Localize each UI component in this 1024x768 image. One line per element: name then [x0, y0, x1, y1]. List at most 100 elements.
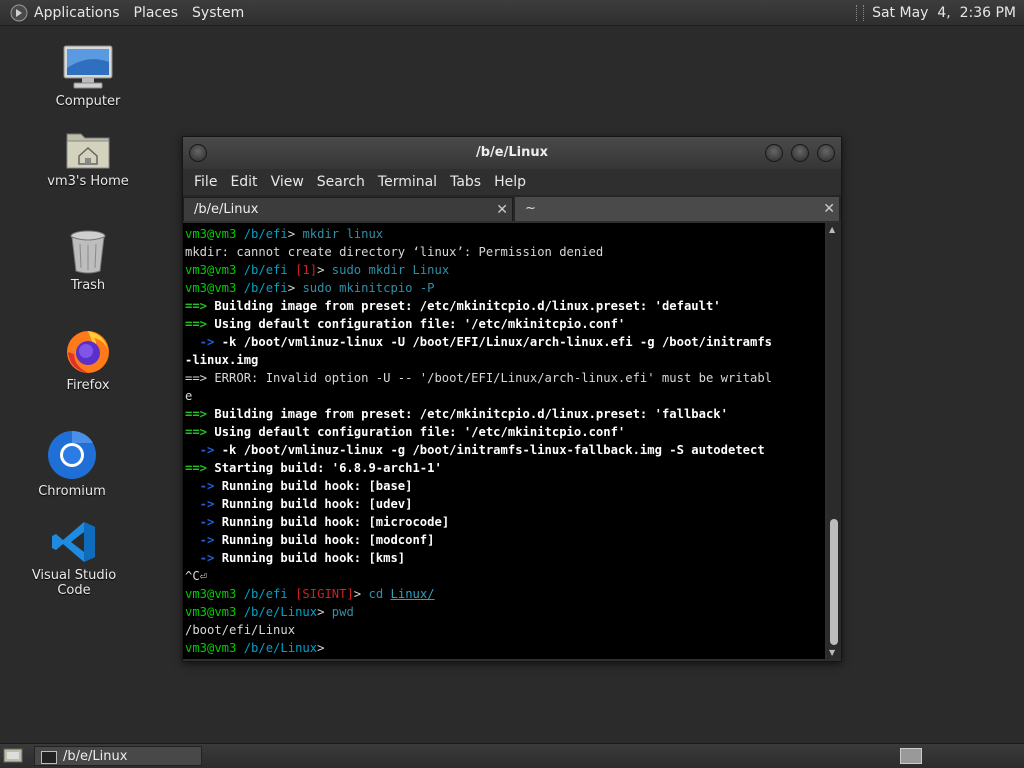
desktop-icon-computer[interactable]: Computer: [28, 44, 148, 109]
terminal-line: ==> ERROR: Invalid option -U -- '/boot/E…: [185, 369, 825, 387]
terminal-text: Running build hook: [modconf]: [214, 533, 435, 547]
firefox-icon: [67, 331, 109, 373]
menu-terminal[interactable]: Terminal: [378, 174, 437, 190]
prompt-symbol: >: [287, 281, 303, 295]
workspace-switcher[interactable]: [900, 748, 922, 764]
prompt-path: /b/efi: [236, 587, 288, 601]
close-button[interactable]: [817, 144, 835, 162]
minimize-button[interactable]: [765, 144, 783, 162]
bottom-panel: /b/e/Linux: [0, 743, 1024, 768]
terminal-text: Building image from preset: /etc/mkinitc…: [207, 299, 721, 313]
terminal-line: -> Running build hook: [base]: [185, 477, 825, 495]
terminal-text: Running build hook: [udev]: [214, 497, 413, 511]
terminal-line: vm3@vm3 /b/e/Linux> pwd: [185, 603, 825, 621]
terminal-line: ^C⏎: [185, 567, 825, 585]
menu-edit[interactable]: Edit: [230, 174, 257, 190]
command: sudo mkdir Linux: [331, 263, 450, 277]
terminal-line: /boot/efi/Linux: [185, 621, 825, 639]
menu-places[interactable]: Places: [134, 5, 179, 21]
menu-help[interactable]: Help: [494, 174, 526, 190]
scroll-up-icon[interactable]: ▲: [829, 225, 835, 234]
show-desktop-icon[interactable]: [3, 747, 23, 764]
desktop-icon-home[interactable]: vm3's Home: [28, 128, 148, 189]
tab-b-e-linux[interactable]: /b/e/Linux ✕: [183, 197, 513, 221]
taskbar-terminal-button[interactable]: /b/e/Linux: [34, 746, 202, 766]
clock[interactable]: Sat May 4, 2:36 PM: [872, 5, 1016, 21]
desktop-icon-chromium[interactable]: Chromium: [12, 430, 132, 499]
menu-applications[interactable]: Applications: [34, 5, 120, 21]
arrow-marker: ==>: [185, 425, 208, 439]
task-label: /b/e/Linux: [63, 749, 128, 764]
terminal-line: mkdir: cannot create directory ‘linux’: …: [185, 243, 825, 261]
prompt-path: /b/efi: [236, 263, 288, 277]
window-menu-button[interactable]: [189, 144, 207, 162]
terminal-line: ==> Starting build: '6.8.9-arch1-1': [185, 459, 825, 477]
menu-view[interactable]: View: [271, 174, 304, 190]
trash-icon: [70, 230, 106, 274]
sub-arrow-marker: ->: [185, 497, 215, 511]
prompt-user: vm3@vm3: [185, 281, 237, 295]
scroll-down-icon[interactable]: ▼: [829, 648, 835, 657]
command: pwd: [331, 605, 354, 619]
close-tab-icon[interactable]: ✕: [496, 198, 508, 222]
terminal-scrollbar[interactable]: ▲ ▼: [827, 223, 841, 659]
prompt-symbol: >: [287, 227, 303, 241]
terminal-line: -linux.img: [185, 351, 825, 369]
close-tab-icon[interactable]: ✕: [823, 197, 835, 221]
prompt-user: vm3@vm3: [185, 605, 237, 619]
window-title: /b/e/Linux: [475, 145, 548, 160]
menu-file[interactable]: File: [194, 174, 217, 190]
command: sudo mkinitcpio -P: [302, 281, 435, 295]
prompt-path: /b/e/Linux: [236, 605, 318, 619]
terminal-text: ==> ERROR: Invalid option -U -- '/boot/E…: [185, 371, 772, 385]
desktop-icon-firefox[interactable]: Firefox: [28, 326, 148, 393]
top-panel: Applications Places System Sat May 4, 2:…: [0, 0, 1024, 26]
command: mkdir linux: [302, 227, 384, 241]
terminal-text: -k /boot/vmlinuz-linux -U /boot/EFI/Linu…: [214, 335, 773, 349]
gnome-foot-icon[interactable]: [10, 4, 28, 22]
scrollbar-thumb[interactable]: [830, 519, 838, 645]
prompt-user: vm3@vm3: [185, 641, 237, 655]
panel-separator: [856, 4, 865, 21]
prompt-user: vm3@vm3: [185, 227, 237, 241]
terminal-line: ==> Building image from preset: /etc/mki…: [185, 297, 825, 315]
arrow-marker: ==>: [185, 317, 208, 331]
terminal-icon: [41, 751, 57, 764]
desktop-icon-label: vm3's Home: [47, 174, 129, 189]
arrow-marker: ==>: [185, 299, 208, 313]
terminal-text: /boot/efi/Linux: [185, 623, 296, 637]
terminal-output[interactable]: vm3@vm3 /b/efi > mkdir linux mkdir: cannot…: [183, 223, 825, 659]
desktop-icon-label: Visual Studio Code: [31, 568, 117, 598]
tab-label: /b/e/Linux: [194, 202, 259, 217]
sub-arrow-marker: ->: [185, 515, 215, 529]
prompt-user: vm3@vm3: [185, 263, 237, 277]
terminal-line: vm3@vm3 /b/e/Linux>: [185, 639, 825, 657]
maximize-button[interactable]: [791, 144, 809, 162]
terminal-line: -> Running build hook: [kms]: [185, 549, 825, 567]
desktop-icon-label: Firefox: [66, 378, 110, 393]
arrow-marker: ==>: [185, 461, 208, 475]
desktop-icon-trash[interactable]: Trash: [28, 228, 148, 293]
terminal-text: Running build hook: [base]: [214, 479, 413, 493]
terminal-text: Using default configuration file: '/etc/…: [207, 425, 626, 439]
prompt-symbol: >: [317, 641, 332, 655]
menu-system[interactable]: System: [192, 5, 244, 21]
terminal-line: ==> Using default configuration file: '/…: [185, 315, 825, 333]
sub-arrow-marker: ->: [185, 533, 215, 547]
sub-arrow-marker: ->: [185, 551, 215, 565]
desktop-icon-vscode[interactable]: Visual Studio Code: [14, 520, 134, 598]
arrow-marker: ==>: [185, 407, 208, 421]
terminal-text: Running build hook: [microcode]: [214, 515, 450, 529]
menu-tabs[interactable]: Tabs: [450, 174, 481, 190]
terminal-text: Building image from preset: /etc/mkinitc…: [207, 407, 728, 421]
window-titlebar[interactable]: /b/e/Linux: [183, 137, 841, 169]
command: cd: [368, 587, 384, 601]
menu-search[interactable]: Search: [317, 174, 365, 190]
tab-home[interactable]: ~ ✕: [515, 197, 839, 221]
prompt-path: /b/e/Linux: [236, 641, 318, 655]
tab-label: ~: [525, 201, 536, 216]
terminal-text: Using default configuration file: '/etc/…: [207, 317, 626, 331]
terminal-line: -> Running build hook: [microcode]: [185, 513, 825, 531]
